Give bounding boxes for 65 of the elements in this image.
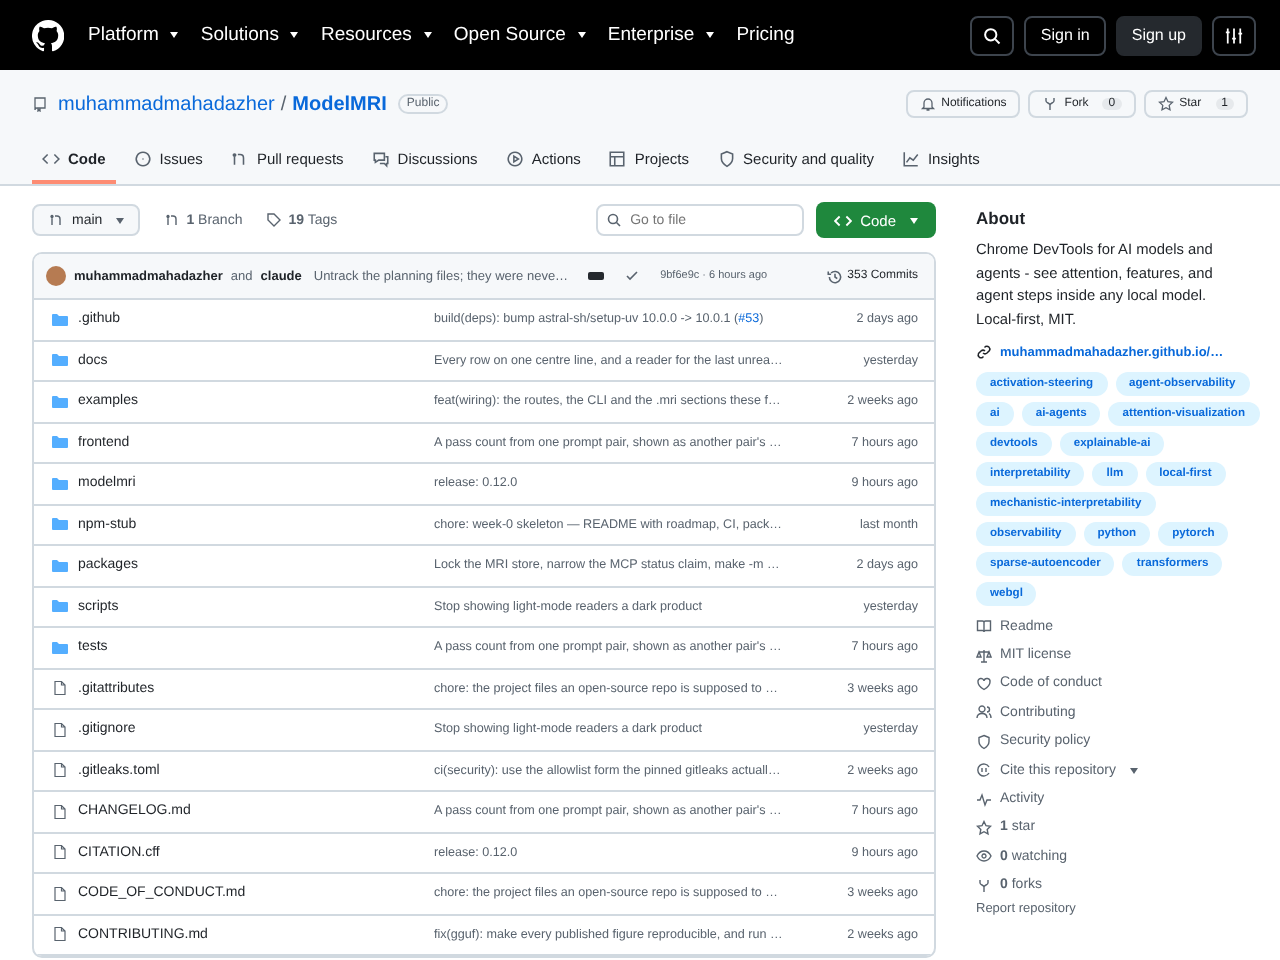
caret-icon [116,217,125,223]
folder-icon [52,434,68,451]
folder-icon [52,352,68,369]
folder-icon [52,557,68,574]
link-icon [976,344,992,360]
speech-bubbles-icon [371,150,390,168]
bell-icon [919,96,936,112]
about-heading: About [976,208,1028,228]
sign-up-button[interactable]: Sign up [1115,15,1202,55]
nav-menu-item[interactable]: Resources [320,24,432,46]
file-icon [52,844,68,861]
folder-icon [52,393,68,410]
heart-icon [976,675,992,692]
repository-name-link[interactable]: ModelMRI [292,93,387,115]
history-icon [825,267,844,285]
branch-icon [48,212,64,228]
code-icon [42,150,60,168]
nav-menu-item[interactable]: Solutions [200,24,299,46]
folder-icon [52,639,68,656]
folder-icon [52,598,68,615]
eye-icon [976,848,992,865]
nav-menu-item[interactable]: Open Source [453,24,586,46]
graph-icon [901,150,920,168]
branch-icon [164,212,181,228]
tag-icon [266,212,283,228]
nav-menu-item[interactable]: Platform [88,24,179,46]
quote-icon [976,762,992,779]
avatar [46,266,66,286]
search-button[interactable] [970,15,1015,55]
fork-icon [1042,96,1059,112]
star-icon [1157,96,1174,112]
settings-button[interactable] [1212,15,1256,55]
file-icon [52,803,68,820]
shield-icon [717,150,736,168]
search-icon [982,25,1003,45]
check-icon [624,268,641,284]
sliders-icon [1224,25,1244,45]
nav-menu-item[interactable]: Pricing [736,24,795,46]
file-icon [52,885,68,902]
star-icon [976,819,992,836]
caret-icon [910,217,918,223]
scale-icon [976,647,992,664]
nav-menu-item[interactable]: Enterprise [607,24,715,46]
path-separator: / [280,93,287,115]
sign-in-button[interactable]: Sign in [1024,15,1106,55]
fork-icon [976,877,992,894]
folder-icon [52,311,68,328]
file-icon [52,926,68,943]
book-icon [976,618,992,635]
pull-request-icon [230,150,249,168]
file-icon [52,762,68,779]
file-icon [52,680,68,697]
folder-icon [52,475,68,492]
table-icon [608,150,627,168]
repository-icon [32,96,48,112]
octocat-logo-icon[interactable] [32,19,64,51]
pulse-icon [976,791,992,808]
repository-owner-link[interactable]: muhammadmahadazher [58,93,275,115]
file-icon [52,721,68,738]
code-icon [834,211,853,229]
people-icon [976,704,992,721]
expand-message-button[interactable] [588,272,605,280]
play-icon [505,150,524,168]
folder-icon [52,516,68,533]
shield-icon [976,733,992,750]
